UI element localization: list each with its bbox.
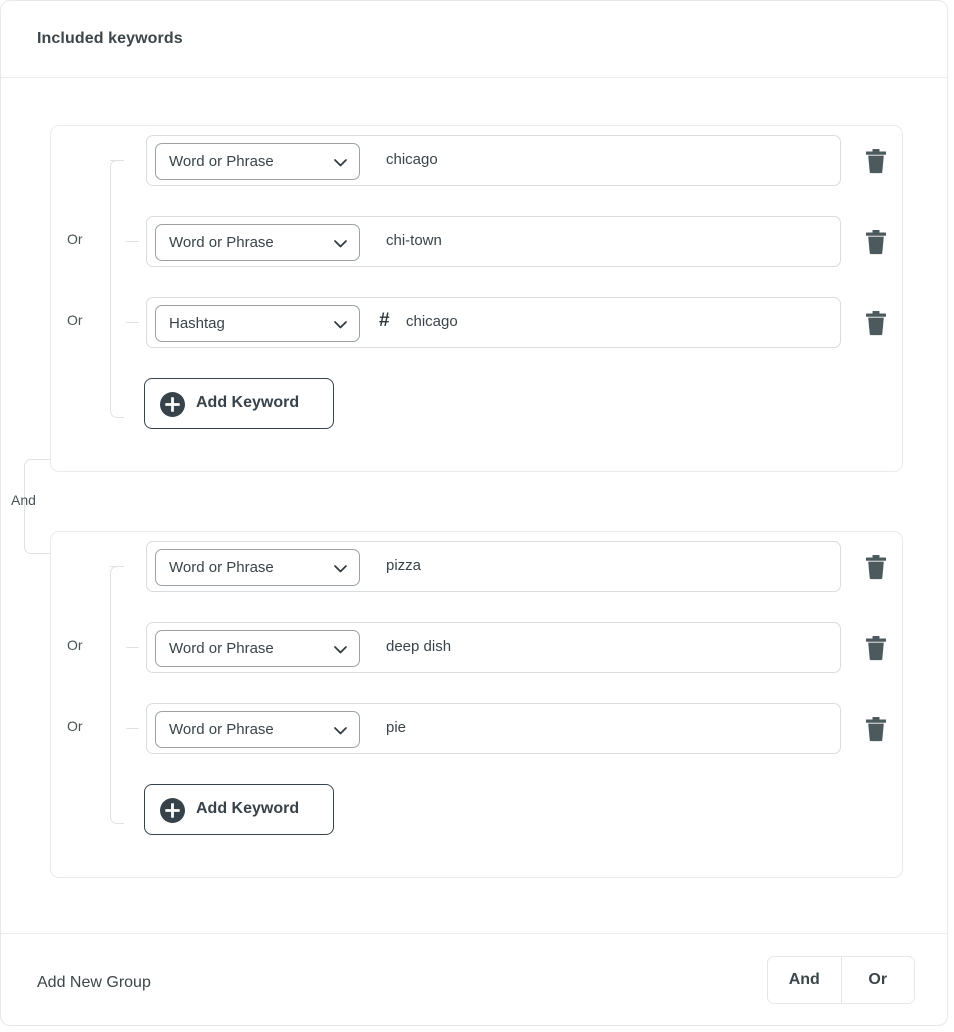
keyword-value: pie bbox=[386, 719, 406, 736]
keyword-type-select[interactable]: Word or Phrase bbox=[155, 224, 360, 261]
keyword-type-label: Word or Phrase bbox=[169, 153, 274, 170]
row-connector-label: Or bbox=[67, 231, 107, 247]
trash-icon[interactable] bbox=[864, 716, 888, 742]
keyword-input-container[interactable]: Word or Phrase deep dish bbox=[146, 622, 841, 673]
card-header: Included keywords bbox=[1, 1, 947, 78]
plus-circle-icon bbox=[160, 798, 185, 823]
plus-circle-icon bbox=[160, 392, 185, 417]
row-connector-dash bbox=[126, 728, 139, 729]
keyword-value: deep dish bbox=[386, 638, 451, 655]
keyword-type-select[interactable]: Word or Phrase bbox=[155, 143, 360, 180]
keyword-value: chicago bbox=[386, 151, 438, 168]
add-new-group-button[interactable]: Add New Group bbox=[37, 974, 151, 992]
chevron-down-icon bbox=[334, 240, 347, 248]
trash-icon[interactable] bbox=[864, 554, 888, 580]
or-rail bbox=[110, 160, 124, 418]
chevron-down-icon bbox=[334, 565, 347, 573]
chevron-down-icon bbox=[334, 321, 347, 329]
hashtag-icon: # bbox=[379, 310, 390, 332]
row-connector-label: Or bbox=[67, 637, 107, 653]
row-connector-label: Or bbox=[67, 312, 107, 328]
group-connector-label: And bbox=[11, 492, 36, 508]
row-connector-dash bbox=[126, 322, 139, 323]
keyword-input-container[interactable]: Hashtag # chicago bbox=[146, 297, 841, 348]
keyword-group: Word or Phrase chicago Or bbox=[50, 125, 903, 472]
operator-and-button[interactable]: And bbox=[768, 957, 841, 1003]
chevron-down-icon bbox=[334, 646, 347, 654]
keyword-type-select[interactable]: Word or Phrase bbox=[155, 549, 360, 586]
keyword-input-container[interactable]: Word or Phrase chi-town bbox=[146, 216, 841, 267]
keyword-value: pizza bbox=[386, 557, 421, 574]
keyword-type-select[interactable]: Hashtag bbox=[155, 305, 360, 342]
add-keyword-button[interactable]: Add Keyword bbox=[144, 784, 334, 835]
keyword-input-container[interactable]: Word or Phrase pizza bbox=[146, 541, 841, 592]
trash-icon[interactable] bbox=[864, 148, 888, 174]
keyword-type-select[interactable]: Word or Phrase bbox=[155, 711, 360, 748]
query-builder-body: And Word or Phrase chicago bbox=[1, 78, 947, 933]
add-keyword-label: Add Keyword bbox=[196, 394, 299, 412]
row-connector-dash bbox=[126, 241, 139, 242]
keyword-input-container[interactable]: Word or Phrase chicago bbox=[146, 135, 841, 186]
keyword-type-label: Word or Phrase bbox=[169, 721, 274, 738]
trash-icon[interactable] bbox=[864, 635, 888, 661]
keyword-type-label: Word or Phrase bbox=[169, 640, 274, 657]
or-rail-stub bbox=[110, 160, 124, 161]
trash-icon[interactable] bbox=[864, 229, 888, 255]
included-keywords-card: Included keywords And Word or Phrase chi… bbox=[0, 0, 948, 1026]
row-connector-dash bbox=[126, 647, 139, 648]
or-rail bbox=[110, 566, 124, 824]
card-footer: Add New Group And Or bbox=[1, 933, 947, 1025]
add-keyword-button[interactable]: Add Keyword bbox=[144, 378, 334, 429]
keyword-type-label: Word or Phrase bbox=[169, 234, 274, 251]
keyword-type-label: Hashtag bbox=[169, 315, 225, 332]
keyword-group: Word or Phrase pizza Or bbox=[50, 531, 903, 878]
trash-icon[interactable] bbox=[864, 310, 888, 336]
add-keyword-label: Add Keyword bbox=[196, 800, 299, 818]
operator-or-button[interactable]: Or bbox=[841, 957, 915, 1003]
group-operator-segmented-control: And Or bbox=[767, 956, 915, 1004]
keyword-value: chi-town bbox=[386, 232, 442, 249]
keyword-value: chicago bbox=[406, 313, 458, 330]
chevron-down-icon bbox=[334, 159, 347, 167]
keyword-type-select[interactable]: Word or Phrase bbox=[155, 630, 360, 667]
row-connector-label: Or bbox=[67, 718, 107, 734]
or-rail-stub bbox=[110, 566, 124, 567]
keyword-input-container[interactable]: Word or Phrase pie bbox=[146, 703, 841, 754]
page-title: Included keywords bbox=[37, 30, 183, 48]
chevron-down-icon bbox=[334, 727, 347, 735]
keyword-type-label: Word or Phrase bbox=[169, 559, 274, 576]
